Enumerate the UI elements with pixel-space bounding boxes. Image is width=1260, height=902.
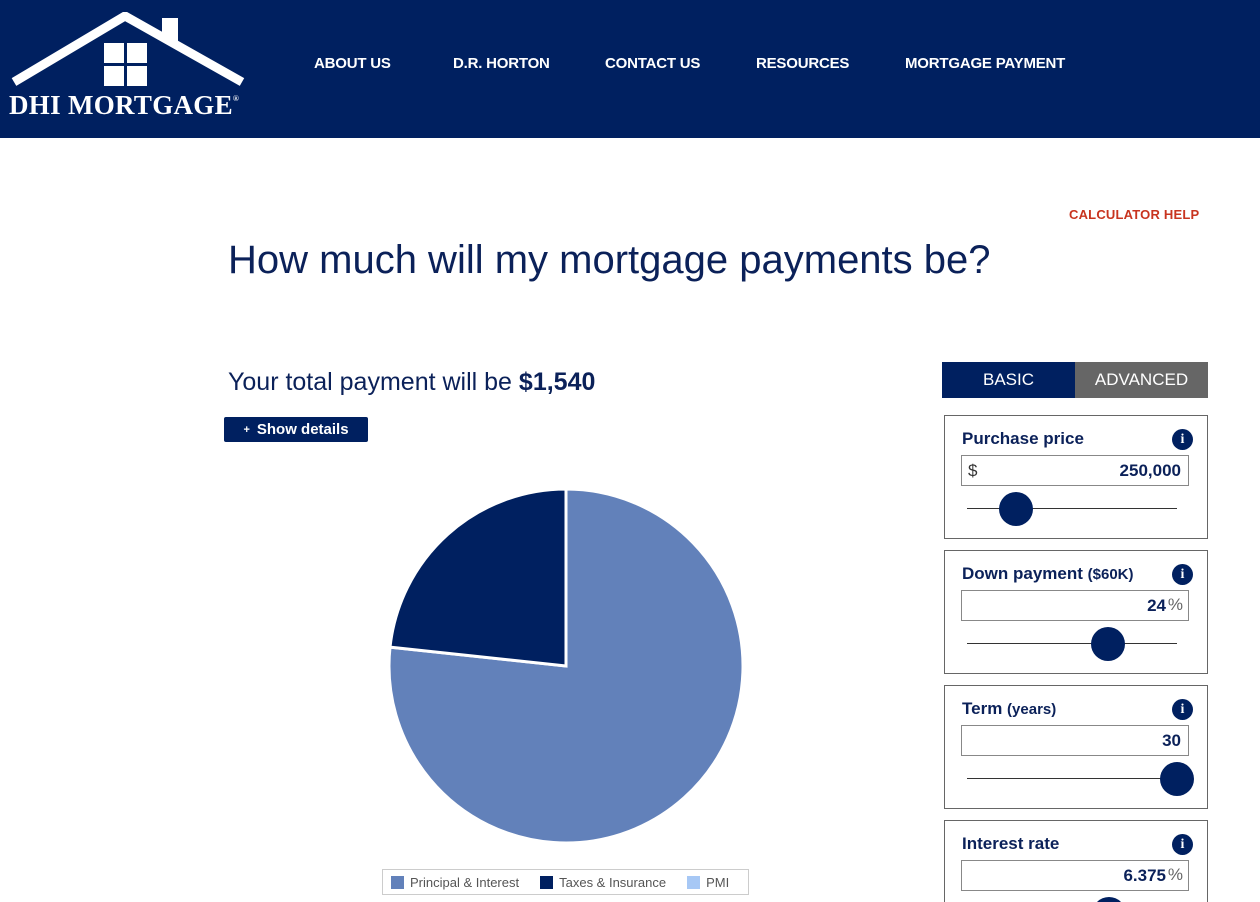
legend-swatch <box>540 875 554 889</box>
total-payment-prefix: Your total payment will be <box>228 368 512 396</box>
calculator-help-link[interactable]: CALCULATOR HELP <box>1069 207 1199 222</box>
percent-suffix: % <box>1167 595 1183 614</box>
term-input[interactable]: 30 <box>961 725 1189 756</box>
purchase-price-label: Purchase price <box>962 429 1084 448</box>
info-icon[interactable]: i <box>1172 429 1193 450</box>
chart-legend: Principal & Interest Taxes & Insurance P… <box>382 869 749 895</box>
legend-label: Taxes & Insurance <box>559 874 667 890</box>
legend-label: Principal & Interest <box>410 874 520 890</box>
info-icon[interactable]: i <box>1172 834 1193 855</box>
down-payment-card: Down payment ($60K) i 24 % <box>944 550 1208 674</box>
nav-dr-horton[interactable]: D.R. HORTON <box>453 55 550 72</box>
legend-item-taxes-insurance[interactable]: Taxes & Insurance <box>540 875 666 890</box>
interest-rate-value: 6.375 <box>1123 866 1166 885</box>
nav-contact-us[interactable]: CONTACT US <box>605 55 700 72</box>
info-icon[interactable]: i <box>1172 699 1193 720</box>
logo-wordmark: DHI MORTGAGE® <box>9 90 240 120</box>
interest-rate-label: Interest rate <box>962 834 1060 853</box>
term-label: Term (years) <box>962 699 1057 718</box>
total-payment-summary: Your total payment will be $1,540 <box>228 368 595 397</box>
term-slider-thumb[interactable] <box>1160 762 1194 796</box>
purchase-price-slider-thumb[interactable] <box>998 492 1033 526</box>
nav-resources[interactable]: RESOURCES <box>756 55 849 72</box>
purchase-price-value: 250,000 <box>1119 461 1181 480</box>
calculator-mode-tabs: BASIC ADVANCED <box>942 362 1208 398</box>
interest-rate-slider-thumb[interactable] <box>1092 897 1126 902</box>
house-logo-icon <box>11 12 245 86</box>
percent-suffix: % <box>1167 865 1183 884</box>
page-title: How much will my mortgage payments be? <box>228 238 991 282</box>
nav-about-us[interactable]: ABOUT US <box>314 55 391 72</box>
tab-basic[interactable]: BASIC <box>942 362 1075 398</box>
down-payment-slider-track[interactable] <box>967 643 1177 644</box>
interest-rate-card: Interest rate i 6.375 % <box>944 820 1208 902</box>
down-payment-value: 24 <box>1147 596 1166 615</box>
nav-mortgage-payment[interactable]: MORTGAGE PAYMENT <box>905 55 1065 72</box>
legend-swatch <box>391 875 404 889</box>
total-payment-amount: $1,540 <box>518 368 596 396</box>
down-payment-slider-thumb[interactable] <box>1090 627 1125 661</box>
pie-slice-taxes-insurance[interactable] <box>388 487 568 668</box>
down-payment-input[interactable]: 24 % <box>961 590 1189 621</box>
plus-icon: + <box>243 423 250 436</box>
down-payment-label: Down payment ($60K) <box>962 564 1134 583</box>
legend-swatch <box>687 875 701 889</box>
legend-item-pmi[interactable]: PMI <box>687 875 729 890</box>
tab-advanced[interactable]: ADVANCED <box>1075 362 1208 398</box>
term-card: Term (years) i 30 <box>944 685 1208 809</box>
show-details-label: Show details <box>256 421 349 438</box>
legend-item-principal-interest[interactable]: Principal & Interest <box>391 875 519 890</box>
legend-label: PMI <box>706 874 730 890</box>
interest-rate-input[interactable]: 6.375 % <box>961 860 1189 891</box>
purchase-price-card: Purchase price i $ 250,000 <box>944 415 1208 539</box>
site-header: DHI MORTGAGE® ABOUT US D.R. HORTON CONTA… <box>0 0 1260 138</box>
term-slider-track[interactable] <box>967 778 1177 779</box>
term-value: 30 <box>1162 731 1181 750</box>
payment-pie-chart <box>387 487 745 845</box>
dhi-mortgage-logo[interactable]: DHI MORTGAGE® <box>8 12 248 124</box>
info-icon[interactable]: i <box>1172 564 1193 585</box>
currency-prefix: $ <box>968 461 978 480</box>
purchase-price-input[interactable]: $ 250,000 <box>961 455 1189 486</box>
show-details-button[interactable]: + Show details <box>224 417 368 442</box>
